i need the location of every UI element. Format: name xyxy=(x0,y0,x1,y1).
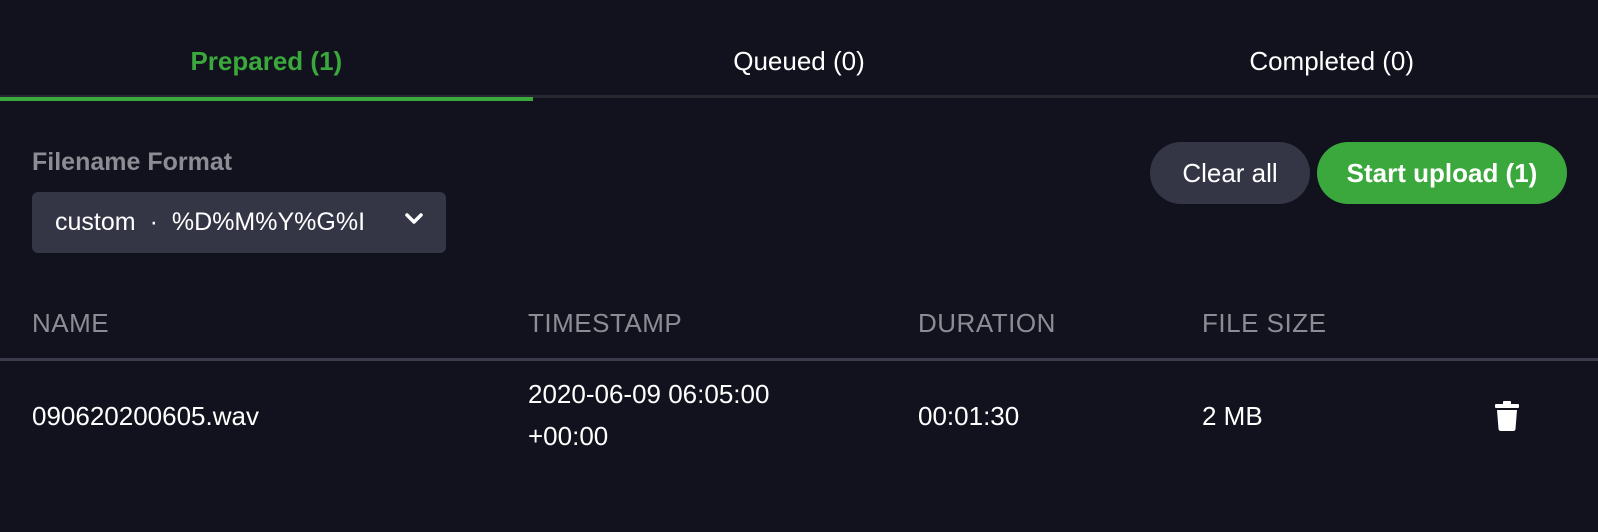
tab-bar: Prepared (1) Queued (0) Completed (0) xyxy=(0,0,1598,101)
clear-all-label: Clear all xyxy=(1182,157,1278,188)
table-row: 090620200605.wav 2020-06-09 06:05:00 +00… xyxy=(0,361,1598,471)
chevron-down-icon xyxy=(405,213,423,224)
filename-format-label: Filename Format xyxy=(32,148,233,176)
table-header: NAME TIMESTAMP DURATION FILE SIZE xyxy=(0,300,1598,361)
row-duration: 00:01:30 xyxy=(918,401,1020,431)
tab-completed-label: Completed (0) xyxy=(1249,46,1415,76)
filename-format-mode: custom xyxy=(55,208,136,236)
tab-queued[interactable]: Queued (0) xyxy=(533,0,1066,98)
tab-prepared[interactable]: Prepared (1) xyxy=(0,0,533,101)
tab-queued-label: Queued (0) xyxy=(733,46,865,76)
tab-completed[interactable]: Completed (0) xyxy=(1065,0,1598,98)
row-timestamp-line1: 2020-06-09 06:05:00 xyxy=(528,379,770,409)
row-timestamp-line2: +00:00 xyxy=(528,421,609,451)
filename-format-separator: · xyxy=(149,208,158,236)
start-upload-label: Start upload (1) xyxy=(1346,157,1538,188)
tab-prepared-label: Prepared (1) xyxy=(190,46,343,76)
trash-icon[interactable] xyxy=(1495,401,1519,431)
start-upload-button[interactable]: Start upload (1) xyxy=(1317,142,1567,204)
row-file-size: 2 MB xyxy=(1202,401,1263,431)
filename-format-select[interactable]: custom · %D%M%Y%G%I xyxy=(32,192,446,253)
column-header-duration[interactable]: DURATION xyxy=(918,308,1056,339)
clear-all-button[interactable]: Clear all xyxy=(1150,142,1310,204)
row-file-name: 090620200605.wav xyxy=(32,401,259,431)
column-header-timestamp[interactable]: TIMESTAMP xyxy=(528,308,682,339)
row-timestamp: 2020-06-09 06:05:00 +00:00 xyxy=(528,373,769,457)
column-header-file-size[interactable]: FILE SIZE xyxy=(1202,308,1326,339)
filename-format-pattern: %D%M%Y%G%I xyxy=(171,208,366,236)
column-header-name[interactable]: NAME xyxy=(32,308,109,339)
